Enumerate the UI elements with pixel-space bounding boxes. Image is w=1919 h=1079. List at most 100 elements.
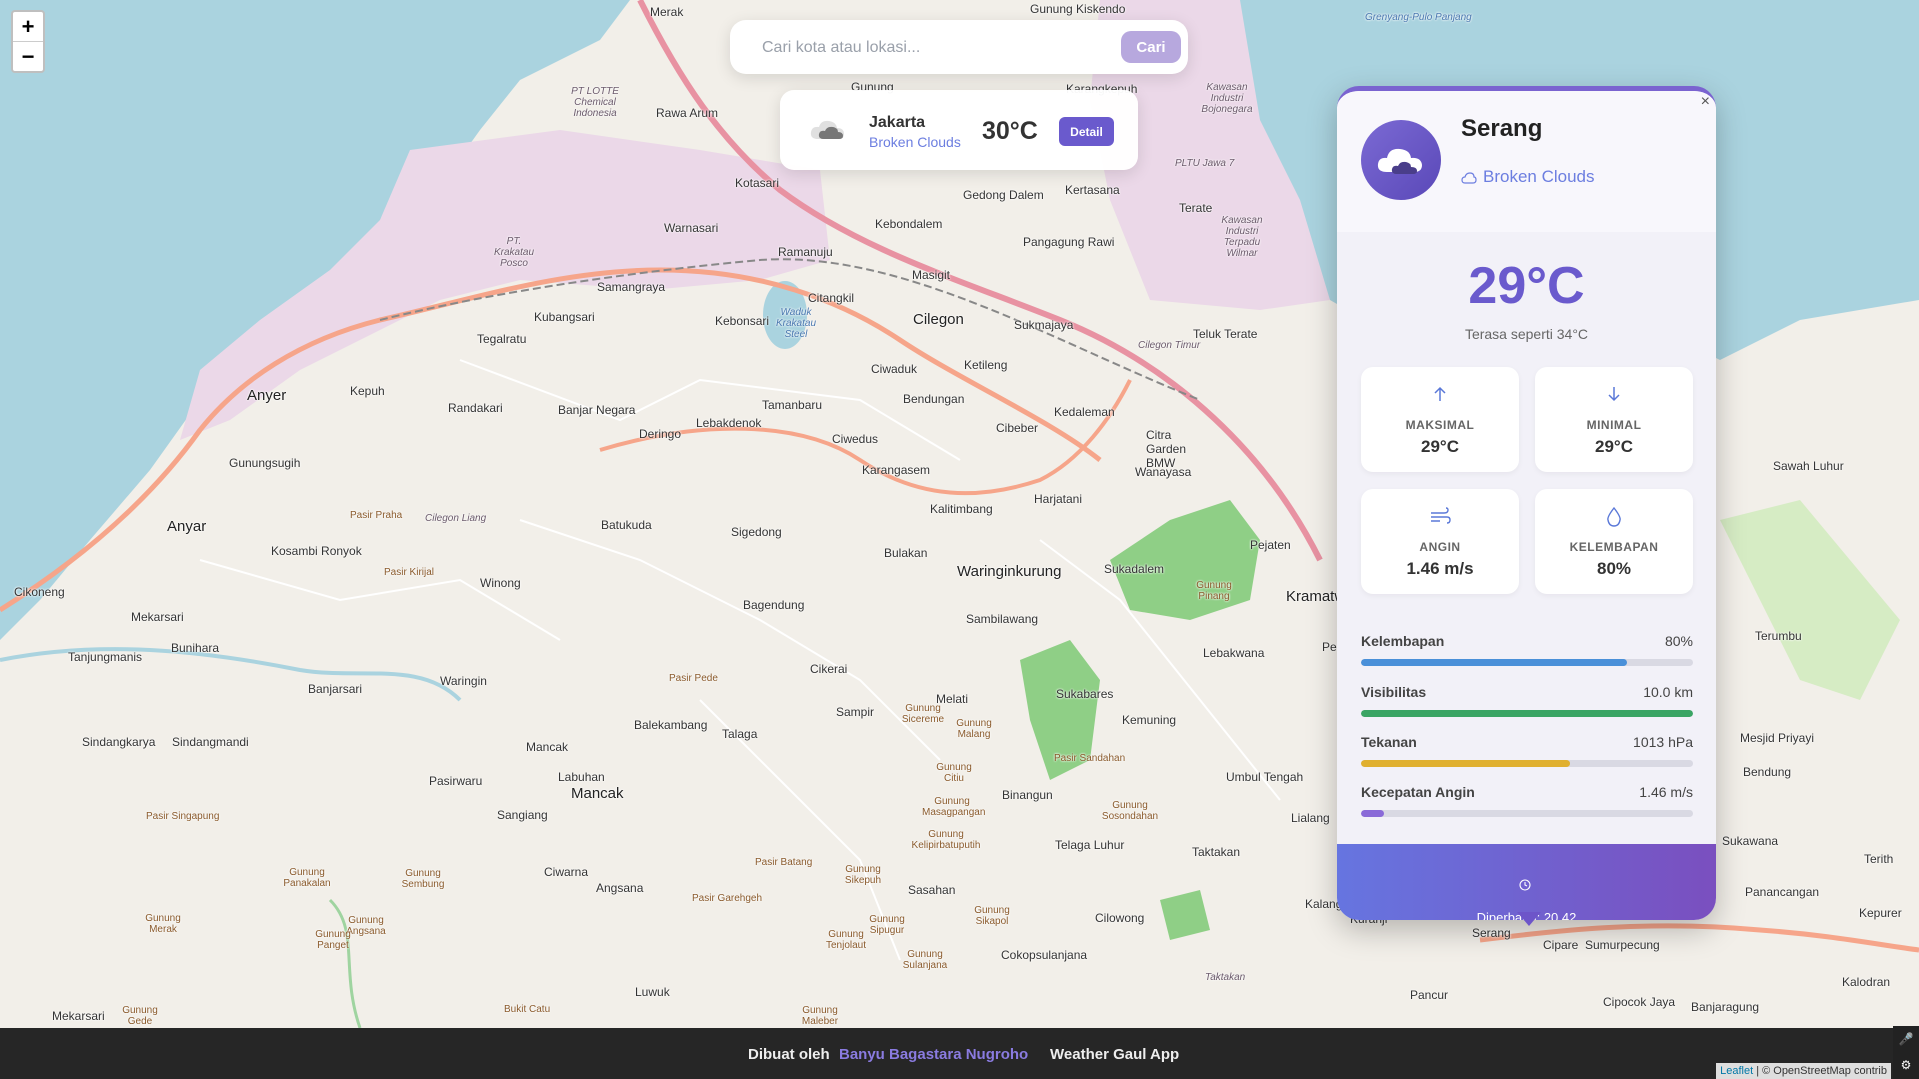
stat-card-max: MAKSIMAL 29°C <box>1361 367 1519 472</box>
stat-value: 80% <box>1596 559 1632 578</box>
map-label: Pancur <box>1410 988 1449 1002</box>
map-label: Lialang <box>1291 811 1330 825</box>
popup-footer: Diperbarui: 20.42 <box>1337 844 1716 920</box>
map-label: Kalitimbang <box>930 502 993 516</box>
map-label: Ketileng <box>964 358 1008 372</box>
map-label: Sukabares <box>1056 687 1114 701</box>
map-label: Panancangan <box>1745 885 1820 899</box>
map-label: Gedong Dalem <box>963 188 1044 202</box>
map-label: Kebonsari <box>715 314 770 328</box>
map-label: Mesjid Priyayi <box>1740 731 1815 745</box>
map-peak-label: Gunung Sicereme <box>901 703 945 725</box>
map-area-label: Grenyang-Pulo Panjang <box>1365 12 1472 23</box>
bar-value: 80% <box>1664 633 1693 649</box>
map-peak-label: Gunung Panakalan <box>283 867 331 889</box>
map-label: Mancak <box>526 740 569 754</box>
detail-button[interactable]: Detail <box>1059 117 1114 146</box>
weather-popup: Serang Broken Clouds × 29°C Terasa seper… <box>1337 86 1716 920</box>
map-label: Ciwaduk <box>871 362 918 376</box>
map-label: Pejaten <box>1250 538 1291 552</box>
map-label: Terumbu <box>1755 629 1802 643</box>
search-button[interactable]: Cari <box>1121 31 1181 63</box>
map-label: Winong <box>480 576 521 590</box>
map-label: Lebakwana <box>1203 646 1265 660</box>
map-label: Serang <box>1472 926 1511 940</box>
search-input[interactable] <box>760 34 1094 62</box>
map-peak-label: Gunung Sulanjana <box>902 949 948 971</box>
mini-city: Jakarta <box>869 114 926 131</box>
stat-card-humidity: KELEMBAPAN 80% <box>1535 489 1693 594</box>
footer-author-link[interactable]: Banyu Bagastara Nugroho <box>839 1046 1028 1063</box>
map-attribution: Leaflet | © OpenStreetMap contrib <box>1716 1063 1891 1079</box>
map-label: Cokopsulanjana <box>1001 948 1088 962</box>
map-label: Banjarsari <box>308 682 363 696</box>
map-peak-label: Gunung Pinang <box>1196 580 1232 602</box>
map-label: Kemuning <box>1122 713 1177 727</box>
stat-card-min: MINIMAL 29°C <box>1535 367 1693 472</box>
map-label: Cikoneng <box>14 585 65 599</box>
bar-value: 1.46 m/s <box>1639 784 1693 800</box>
map-peak-label: Gunung Sikepuh <box>844 864 882 886</box>
droplet-icon <box>1535 506 1693 532</box>
mini-temperature: 30°C <box>982 117 1038 145</box>
map-area-label: Kawasan Industri Terpadu Wilmar <box>1221 215 1263 259</box>
stat-label: ANGIN <box>1419 540 1461 554</box>
leaflet-link[interactable]: Leaflet <box>1720 1065 1753 1077</box>
close-icon[interactable]: × <box>1701 93 1710 111</box>
forest <box>1110 500 1260 620</box>
zoom-in-button[interactable]: + <box>13 12 43 41</box>
map-label: Banjar Negara <box>558 403 636 417</box>
map-label: Karangasem <box>862 463 931 477</box>
map-label: Pasirwaru <box>429 774 483 788</box>
map-label: Banjaragung <box>1691 1000 1760 1014</box>
map-label: Taktakan <box>1192 845 1241 859</box>
map-label: Kubangsari <box>534 310 595 324</box>
map-peak-label: Bukit Catu <box>504 1004 551 1015</box>
map-label: Gunungsugih <box>229 456 301 470</box>
settings-icon[interactable]: ⚙ <box>1893 1052 1919 1078</box>
stat-value: 1.46 m/s <box>1406 559 1474 578</box>
map-label: Sukawana <box>1722 834 1779 848</box>
map-label: Sasahan <box>908 883 956 897</box>
map-label: Waringin <box>440 674 487 688</box>
map-label: Sindangkarya <box>82 735 156 749</box>
stat-label: MAKSIMAL <box>1405 418 1475 432</box>
map-label: Anyer <box>247 387 287 404</box>
map-label: Tamanbaru <box>762 398 823 412</box>
map-peak-label: Gunung Masagpangan <box>922 796 986 818</box>
cloud-icon <box>1377 148 1422 174</box>
footer: Dibuat oleh Banyu Bagastara Nugroho Weat… <box>0 1028 1919 1079</box>
map-label: Citra Garden BMW <box>1146 428 1187 470</box>
map-label: Angsana <box>596 881 644 895</box>
map-peak-label: Pasir Kirijal <box>384 567 435 578</box>
map-peak-label: Gunung Maleber <box>801 1005 839 1027</box>
bar-track <box>1361 810 1693 817</box>
map-label: Bendung <box>1743 765 1792 779</box>
side-buttons: 🎤 ⚙ <box>1893 1026 1919 1079</box>
map-area-label: Taktakan <box>1205 972 1246 983</box>
map-area-label: Waduk Krakatau Steel <box>775 307 817 340</box>
map-label: Samangraya <box>597 280 666 294</box>
footer-made-by: Dibuat oleh <box>748 1046 830 1063</box>
bar-track <box>1361 659 1693 666</box>
bar-value: 1013 hPa <box>1633 734 1693 750</box>
map-label: Terith <box>1864 852 1894 866</box>
mini-description: Broken Clouds <box>869 134 961 150</box>
map-label: Kotasari <box>735 176 780 190</box>
map-label: Bagendung <box>743 598 805 612</box>
map-label: Balekambang <box>634 718 708 732</box>
map-label: Cipare <box>1543 938 1579 952</box>
map-label: Tegalratu <box>477 332 527 346</box>
map-label: Gunung Kiskendo <box>1030 2 1126 16</box>
map-label: Anyar <box>167 518 207 535</box>
map-label: Labuhan <box>558 770 605 784</box>
map-label: Ramanuju <box>778 245 833 259</box>
map-label: Mekarsari <box>131 610 184 624</box>
map-label: Telaga Luhur <box>1055 838 1125 852</box>
microphone-icon[interactable]: 🎤 <box>1893 1026 1919 1052</box>
zoom-out-button[interactable]: − <box>13 41 43 71</box>
map-label: Warnasari <box>664 221 719 235</box>
map-peak-label: Gunung Sosondahan <box>1101 800 1159 822</box>
bar-label: Visibilitas <box>1361 684 1427 700</box>
map-label: Sukadalem <box>1104 562 1165 576</box>
